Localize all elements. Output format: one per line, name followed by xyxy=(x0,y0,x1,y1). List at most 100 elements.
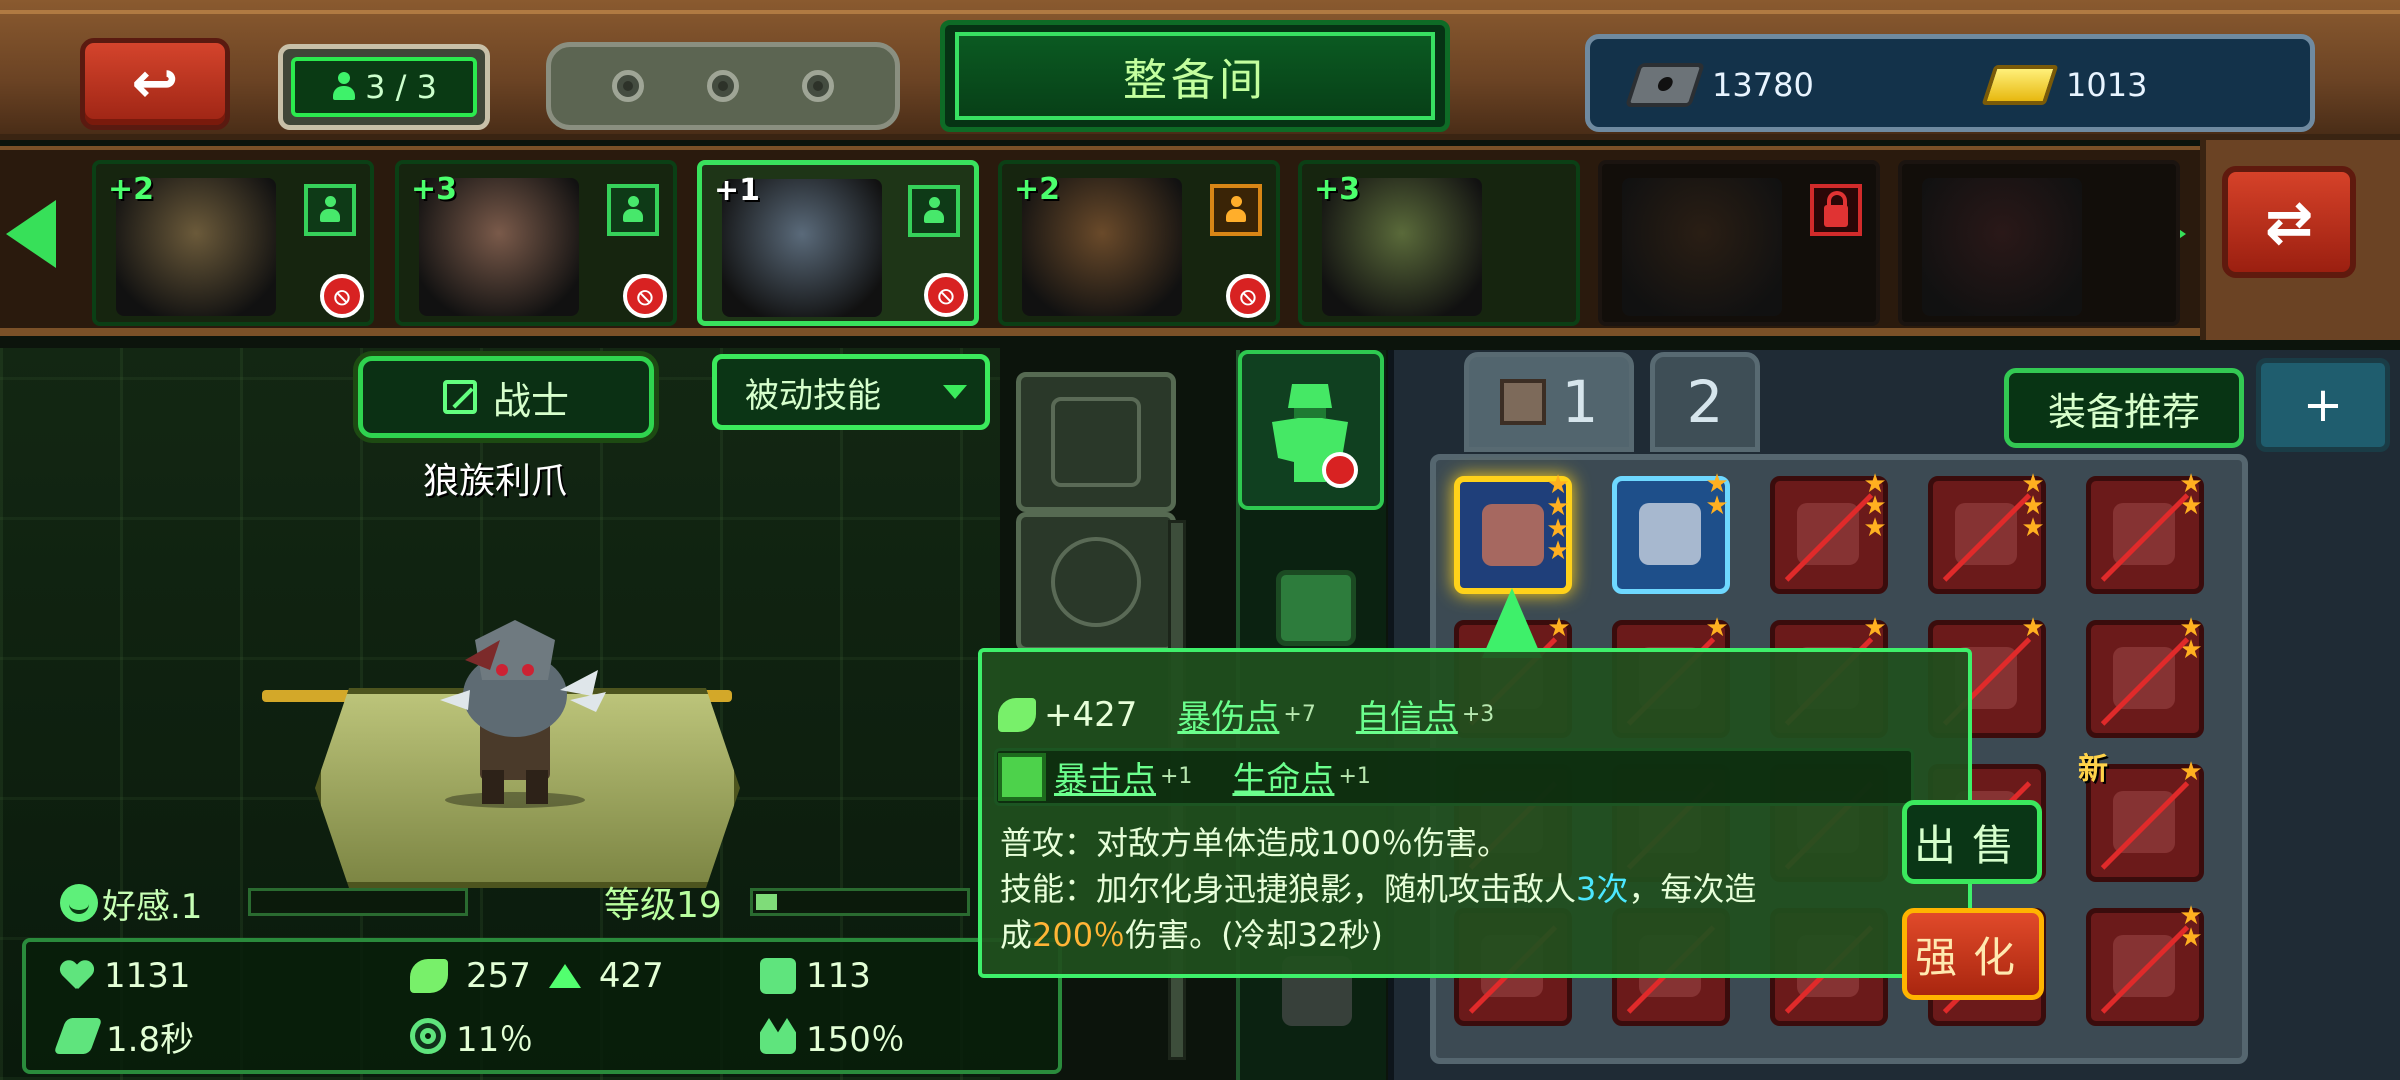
equipment-icon xyxy=(1797,503,1859,565)
crit-link[interactable]: 暴击点 xyxy=(1054,752,1156,801)
inventory-item[interactable]: ★ ★ xyxy=(2086,471,2204,594)
skill-type-label: 被动技能 xyxy=(745,375,881,416)
chip-currency: 13780 xyxy=(1624,55,1814,115)
upgrade-button[interactable]: 强化 xyxy=(1902,908,2044,1000)
scroll-left-arrow-icon[interactable] xyxy=(6,200,56,268)
star-rating-icon: ★ ★ xyxy=(2179,901,2203,953)
level-progress-bar xyxy=(750,888,970,916)
tooltip-attack-row: +427 暴伤点 +7 自信点 +3 xyxy=(998,690,1534,739)
speed-icon xyxy=(53,1018,103,1054)
skill-type-dropdown[interactable]: 被动技能 xyxy=(712,354,990,430)
slot-socket-icon xyxy=(801,70,834,102)
hero-card[interactable]: +2 ⦸ xyxy=(998,160,1280,326)
chip-amount: 13780 xyxy=(1712,66,1814,104)
stats-panel: 1131 257 427 113 1.8秒 11％ 150％ xyxy=(22,938,1062,1074)
tab-2-label: 2 xyxy=(1686,368,1724,436)
hero-card[interactable]: +1 ⦸ xyxy=(697,160,979,326)
smile-icon xyxy=(60,884,98,922)
hero-card[interactable]: +3 xyxy=(1298,160,1580,326)
alert-icon: ⦸ xyxy=(320,274,364,318)
back-button[interactable]: ↩ xyxy=(80,38,230,130)
hero-badge xyxy=(1810,184,1862,236)
hero-card[interactable]: +3 ⦸ xyxy=(395,160,677,326)
empty-slots-indicator xyxy=(546,42,900,130)
star-rating-icon: ★ xyxy=(1705,613,1729,643)
class-name: 战士 xyxy=(492,378,569,423)
skill-slot-1[interactable] xyxy=(1016,372,1176,512)
stat-defense-value: 113 xyxy=(806,956,871,996)
hero-upgrade-level: +2 xyxy=(108,172,155,207)
star-rating-icon: ★ ★ ★ xyxy=(1863,469,1887,543)
equipment-icon xyxy=(2113,503,2175,565)
sell-button[interactable]: 出售 xyxy=(1902,800,2042,884)
swap-team-button[interactable]: ⇄ xyxy=(2222,166,2356,278)
skill-slot-2[interactable] xyxy=(1016,512,1176,652)
equipment-icon xyxy=(1955,503,2017,565)
inventory-item[interactable]: ★ ★ ★ ★ xyxy=(1454,470,1572,594)
crit-bonus: +1 xyxy=(1160,764,1193,789)
hero-upgrade-level: +2 xyxy=(1014,172,1061,207)
inventory-item[interactable]: ★ ★ xyxy=(2086,613,2204,738)
swap-icon: ⇄ xyxy=(2264,188,2314,256)
inventory-item[interactable]: ★ ★ ★ xyxy=(1770,469,1888,594)
slot-socket-icon xyxy=(706,70,739,102)
stat-crit-value: 11％ xyxy=(456,1019,534,1060)
inventory-page-tab-1[interactable]: 1 xyxy=(1464,352,1634,452)
hero-badge xyxy=(607,184,659,236)
hero-card[interactable] xyxy=(1898,160,2180,326)
star-rating-icon: ★ ★ ★ ★ xyxy=(1546,470,1570,566)
skill-text-3: 成 xyxy=(1000,916,1033,954)
inventory-item[interactable]: ★ ★ xyxy=(1612,471,1730,594)
affinity-text: 好感.1 xyxy=(102,886,203,927)
hero-badge xyxy=(304,184,356,236)
inventory-item[interactable]: ★ ★ ★ xyxy=(1928,469,2046,594)
equipment-icon xyxy=(1639,503,1701,565)
stat-attack-value: 257 xyxy=(466,956,531,996)
face-icon xyxy=(1051,537,1141,627)
stat-crit: 11％ xyxy=(410,1008,533,1064)
skill-description: 技能：加尔化身迅捷狼影，随机攻击敌人3次，每次造 成200％伤害。(冷却32秒) xyxy=(1000,866,1930,958)
alert-icon: ⦸ xyxy=(1226,274,1270,318)
page-title-frame: 整备间 xyxy=(940,20,1450,132)
alert-icon: ⦸ xyxy=(623,274,667,318)
armor-icon xyxy=(1272,384,1358,488)
hp-link[interactable]: 生命点 xyxy=(1232,752,1334,801)
normal-attack-text: 普攻：对敌方单体造成100％伤害。 xyxy=(1000,824,1510,862)
hero-upgrade-level: +3 xyxy=(1314,172,1361,207)
heart-icon xyxy=(60,961,94,991)
skill-text-1: 技能：加尔化身迅捷狼影，随机攻击敌人 xyxy=(1000,870,1577,908)
currency-panel: 13780 1013 xyxy=(1585,34,2315,132)
hero-card[interactable]: +2 ⦸ xyxy=(92,160,374,326)
target-icon xyxy=(410,1018,446,1054)
affinity-status: 好感.1 xyxy=(60,876,202,930)
up-arrow-icon xyxy=(548,964,581,988)
equipment-icon xyxy=(2113,791,2175,853)
person-icon xyxy=(331,72,357,102)
star-rating-icon: ★ ★ ★ xyxy=(2021,469,2045,543)
crit-damage-link[interactable]: 暴伤点 xyxy=(1177,690,1279,739)
star-rating-icon: ★ xyxy=(2179,757,2203,787)
tab-backpack[interactable] xyxy=(1276,570,1356,646)
inventory-item[interactable]: ★ ★ xyxy=(2086,901,2204,1026)
skill-hits: 3次 xyxy=(1576,870,1629,908)
squad-counter: 3 / 3 xyxy=(278,44,490,130)
confidence-link[interactable]: 自信点 xyxy=(1356,690,1458,739)
chip-icon xyxy=(1624,63,1706,107)
new-item-badge: 新 xyxy=(2078,752,2108,787)
equipment-recommend-button[interactable]: 装备推荐 xyxy=(2004,368,2244,448)
person-icon xyxy=(1225,196,1247,224)
stat-hp-value: 1131 xyxy=(104,956,191,996)
hero-upgrade-level: +1 xyxy=(714,173,761,208)
inventory-page-tab-2[interactable]: 2 xyxy=(1650,352,1760,452)
hero-card[interactable] xyxy=(1598,160,1880,326)
sword-icon xyxy=(442,380,477,414)
stat-attack: 257 427 xyxy=(410,948,664,1004)
class-label: 战士 xyxy=(358,356,654,438)
affinity-bar xyxy=(248,888,468,916)
alert-icon: ⦸ xyxy=(924,273,968,317)
star-rating-icon: ★ ★ xyxy=(2179,613,2203,665)
add-slot-button[interactable]: + xyxy=(2256,358,2390,452)
plus-icon: + xyxy=(2302,377,2344,433)
person-icon xyxy=(319,196,341,224)
equipment-icon xyxy=(2113,935,2175,997)
